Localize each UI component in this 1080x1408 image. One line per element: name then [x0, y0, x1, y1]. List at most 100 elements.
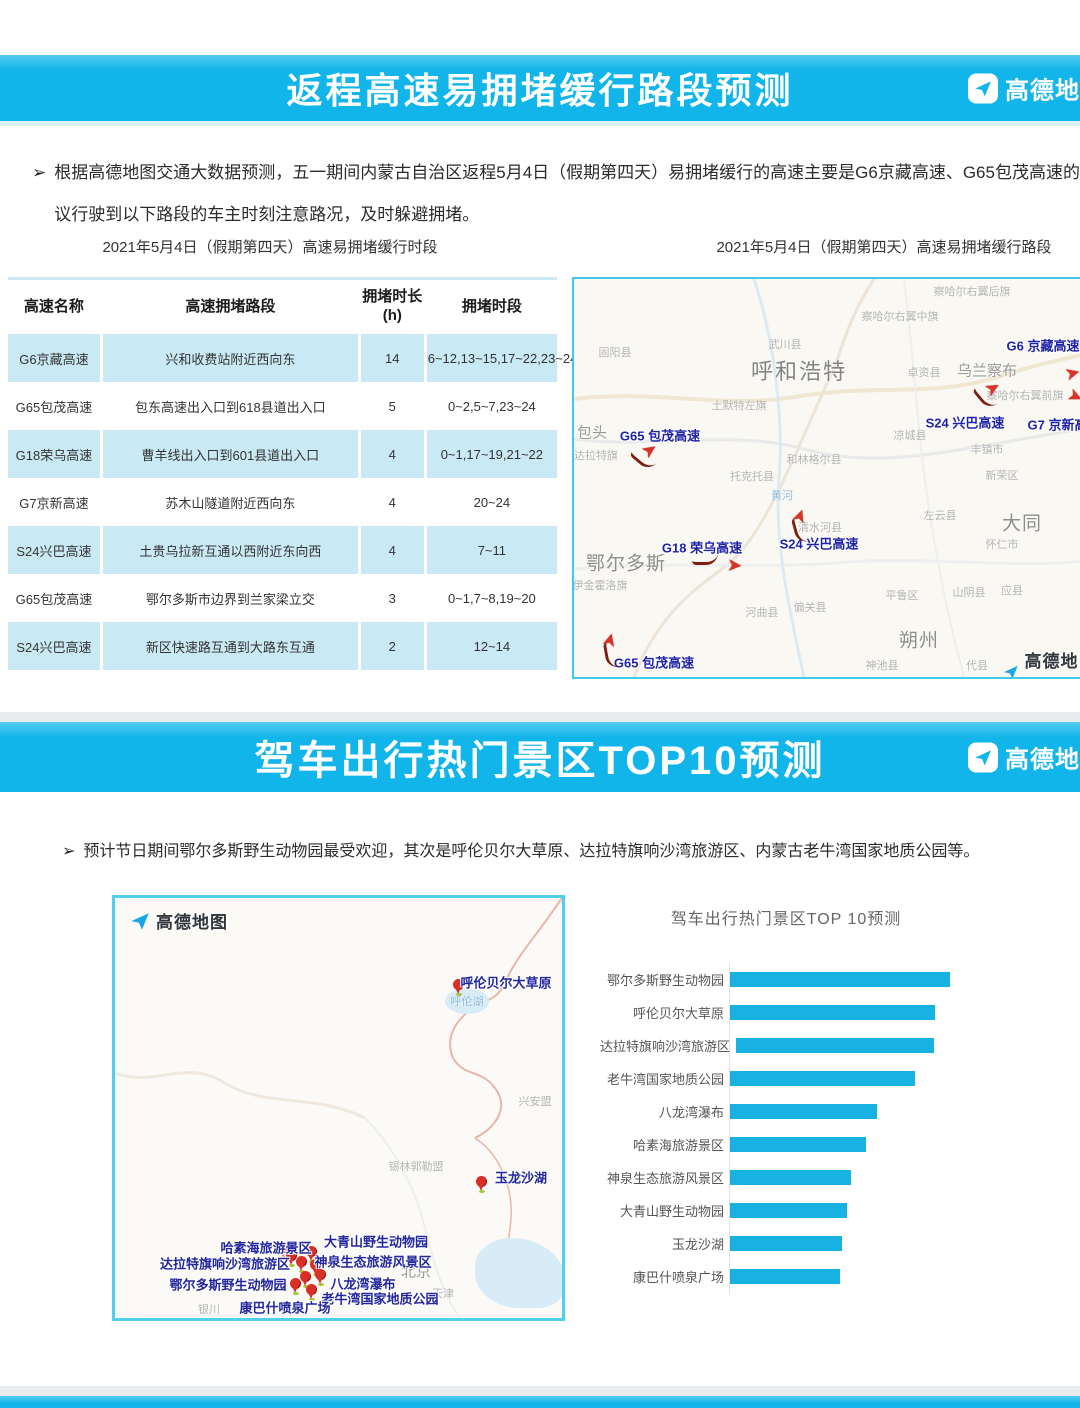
scenic-spot-label: 老牛湾国家地质公园 [321, 1289, 438, 1308]
highway-name-label: S24 兴巴高速 [780, 534, 859, 553]
congestion-table-head: 高速名称高速拥堵路段拥堵时长 (h)拥堵时段 [8, 280, 557, 334]
table-cell: S24兴巴高速 [8, 622, 101, 670]
section2-header-band: 驾车出行热门景区TOP10预测 高德地图 [0, 722, 1080, 792]
table-cell: 包东高速出入口到618县道出入口 [101, 382, 359, 430]
map-place-label: 乌兰察布 [957, 360, 1017, 381]
scenic-spots-map: 高德地图 锡林郭勒盟兴安盟呼伦湖北京天津银川呼伦贝尔大草原玉龙沙湖大青山野生动物… [112, 895, 565, 1321]
map-place-label: 鄂尔多斯 [586, 549, 666, 576]
amap-logo: 高德地图 [968, 71, 1080, 106]
scenic-spot-label: 鄂尔多斯野生动物园 [169, 1275, 286, 1294]
paper-plane-icon [968, 73, 998, 103]
chart-row: 老牛湾国家地质公园 [600, 1062, 1070, 1095]
map-place-label: 怀仁市 [986, 536, 1019, 552]
highway-name-label: G6 京藏高速 [1007, 336, 1080, 355]
highway-name-label: G65 包茂高速 [614, 653, 694, 672]
chart-bar [730, 1170, 851, 1185]
chart-row: 呼伦贝尔大草原 [600, 996, 1070, 1029]
scenic-spot-label: 呼伦贝尔大草原 [460, 973, 551, 992]
chart-bar [730, 1005, 935, 1020]
section2-intro: ➢ 预计节日期间鄂尔多斯野生动物园最受欢迎，其次是呼伦贝尔大草原、达拉特旗响沙湾… [62, 838, 1072, 867]
chart-row: 鄂尔多斯野生动物园 [600, 963, 1070, 996]
map-place-label: 山阴县 [953, 584, 986, 600]
chart-title: 驾车出行热门景区TOP 10预测 [600, 905, 972, 929]
map-place-label: 凉城县 [894, 427, 927, 443]
table-cell: G7京新高速 [8, 478, 101, 526]
congestion-arrow-icon: ➤ [1065, 385, 1080, 408]
map-place-label: 卓资县 [908, 364, 941, 380]
chart-bar [730, 1269, 840, 1284]
map-place-label: 兴安盟 [519, 1093, 552, 1109]
map-place-label: 代县 [966, 657, 988, 673]
chart-category-label: 神泉生态旅游风景区 [600, 1168, 730, 1187]
map-pin-icon [476, 1176, 487, 1187]
scenic-map-layers: 锡林郭勒盟兴安盟呼伦湖北京天津银川呼伦贝尔大草原玉龙沙湖大青山野生动物园哈素海旅… [115, 898, 562, 1318]
chart-bar-track [730, 1137, 1070, 1152]
map-place-label: 大同 [1002, 509, 1042, 536]
chart-bar [730, 1104, 877, 1119]
chart-category-label: 达拉特旗响沙湾旅游区 [600, 1036, 736, 1055]
table-header-cell: 高速拥堵路段 [101, 280, 359, 334]
map-place-label: 朔州 [899, 626, 939, 653]
chart-bar-track [730, 1170, 1070, 1185]
map-place-label: 和林格尔县 [787, 451, 842, 467]
map-place-label: 达拉特旗 [574, 447, 618, 463]
highway-map: 察哈尔右翼后旗察哈尔右翼中旗武川县固阳县呼和浩特卓资县乌兰察布察哈尔右翼前旗土默… [572, 277, 1080, 679]
map-place-label: 左云县 [924, 507, 957, 523]
band1-underline [0, 121, 1080, 126]
map-pin-icon [306, 1284, 317, 1295]
map-place-label: 新荣区 [986, 467, 1019, 483]
highway-map-layers: 察哈尔右翼后旗察哈尔右翼中旗武川县固阳县呼和浩特卓资县乌兰察布察哈尔右翼前旗土默… [574, 279, 1080, 677]
table-cell: 2 [359, 622, 425, 670]
table-header-cell: 拥堵时段 [425, 280, 557, 334]
map-place-label: 武川县 [769, 336, 802, 352]
section2-divider-strip [0, 712, 1080, 722]
map-pin-icon [300, 1271, 311, 1282]
bar-chart-rows: 鄂尔多斯野生动物园呼伦贝尔大草原达拉特旗响沙湾旅游区老牛湾国家地质公园八龙湾瀑布… [600, 963, 1070, 1293]
table-cell: 4 [359, 430, 425, 478]
chart-category-label: 鄂尔多斯野生动物园 [600, 970, 730, 989]
infographic-page: 返程高速易拥堵缓行路段预测 高德地图 ➢ 根据高德地图交通大数据预测，五一期间内… [0, 0, 1080, 1408]
table-header-cell: 拥堵时长 (h) [359, 280, 425, 334]
scenic-spot-label: 康巴什喷泉广场 [239, 1298, 330, 1317]
table-cell: 兴和收费站附近西向东 [101, 334, 359, 382]
bullet-icon: ➢ [32, 152, 46, 235]
chart-bar [730, 1203, 847, 1218]
section3-divider-strip [0, 1386, 1080, 1396]
table-cell: 20~24 [425, 478, 557, 526]
chart-bar-track [730, 1269, 1070, 1284]
map-place-label: 河曲县 [746, 604, 779, 620]
table-cell: 12~14 [425, 622, 557, 670]
chart-row: 哈素海旅游景区 [600, 1128, 1070, 1161]
chart-bar-track [730, 1005, 1070, 1020]
map-place-label: 神池县 [866, 657, 899, 673]
table-row: G65包茂高速包东高速出入口到618县道出入口50~2,5~7,23~24 [8, 382, 557, 430]
section2-intro-text: 预计节日期间鄂尔多斯野生动物园最受欢迎，其次是呼伦贝尔大草原、达拉特旗响沙湾旅游… [83, 838, 979, 867]
chart-bar-track [730, 1071, 1070, 1086]
table-header-cell: 高速名称 [8, 280, 101, 334]
map-place-label: 固阳县 [599, 344, 632, 360]
congestion-arrow-icon: ➤ [599, 630, 620, 649]
chart-bar [730, 1236, 842, 1251]
map-pin-icon [290, 1278, 301, 1289]
table-row: S24兴巴高速土贵乌拉新互通以西附近东向西47~11 [8, 526, 557, 574]
map-place-label: 偏关县 [794, 599, 827, 615]
chart-bar-track [730, 1236, 1070, 1251]
map-pin-icon [315, 1269, 326, 1280]
table-row: G18荣乌高速曹羊线出入口到601县道出入口40~1,17~19,21~22 [8, 430, 557, 478]
table-cell: 鄂尔多斯市边界到兰家梁立交 [101, 574, 359, 622]
map-place-label: 应县 [1001, 582, 1023, 598]
map-place-label: 黄河 [771, 487, 793, 503]
chart-row: 神泉生态旅游风景区 [600, 1161, 1070, 1194]
table-cell: 4 [359, 526, 425, 574]
chart-bar [730, 1137, 866, 1152]
chart-bar [730, 972, 950, 987]
map-place-label: 锡林郭勒盟 [389, 1158, 444, 1174]
map-place-label: 察哈尔右翼中旗 [862, 308, 939, 324]
table-row: G65包茂高速鄂尔多斯市边界到兰家梁立交30~1,7~8,19~20 [8, 574, 557, 622]
chart-category-label: 呼伦贝尔大草原 [600, 1003, 730, 1022]
chart-category-label: 康巴什喷泉广场 [600, 1267, 730, 1286]
scenic-spot-label: 玉龙沙湖 [495, 1168, 547, 1187]
amap-logo: 高德地图 [968, 740, 1080, 775]
map-place-label: 银川 [198, 1301, 220, 1317]
table-cell: 14 [359, 334, 425, 382]
